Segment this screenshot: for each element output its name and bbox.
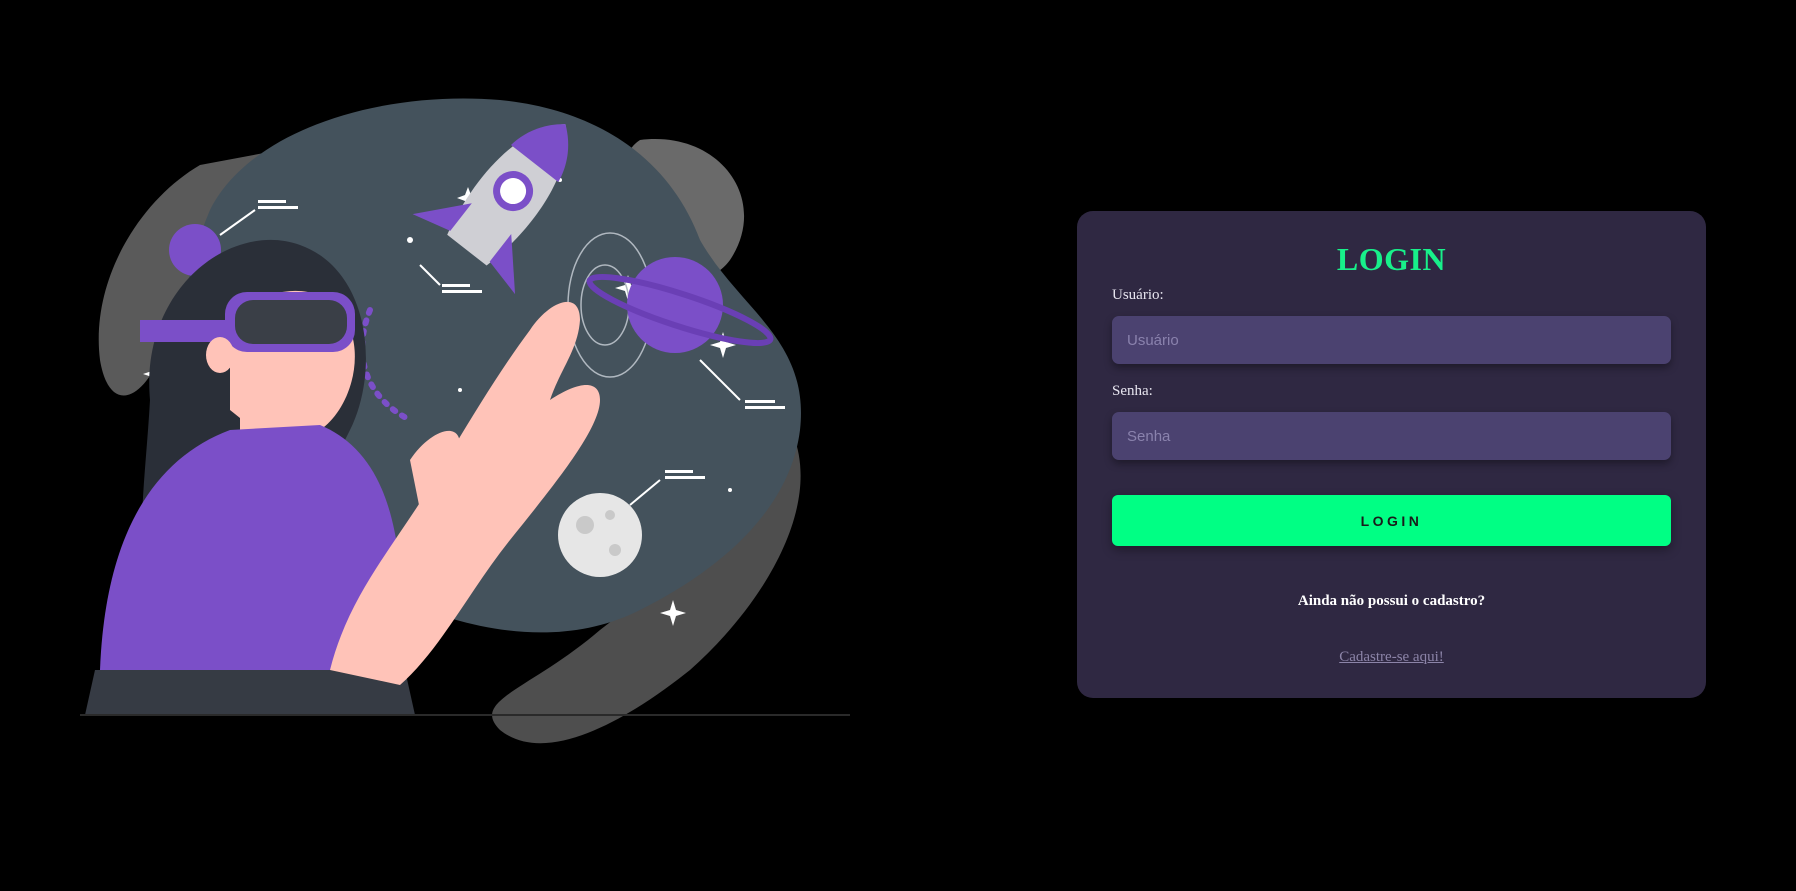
login-title: LOGIN — [1336, 241, 1447, 277]
user-label: Usuário: — [1112, 287, 1164, 303]
login-card: LOGIN Usuário: Senha: LOGIN Ainda não po… — [1077, 211, 1706, 698]
signup-question: Ainda não possui o cadastro? — [1297, 593, 1486, 609]
signup-link[interactable]: Cadastre-se aqui! — [1077, 649, 1706, 666]
password-label: Senha: — [1112, 383, 1153, 399]
password-input[interactable] — [1112, 412, 1671, 460]
vr-girl-space-illustration — [80, 70, 850, 830]
login-button[interactable]: LOGIN — [1112, 495, 1671, 546]
user-input[interactable] — [1112, 316, 1671, 364]
